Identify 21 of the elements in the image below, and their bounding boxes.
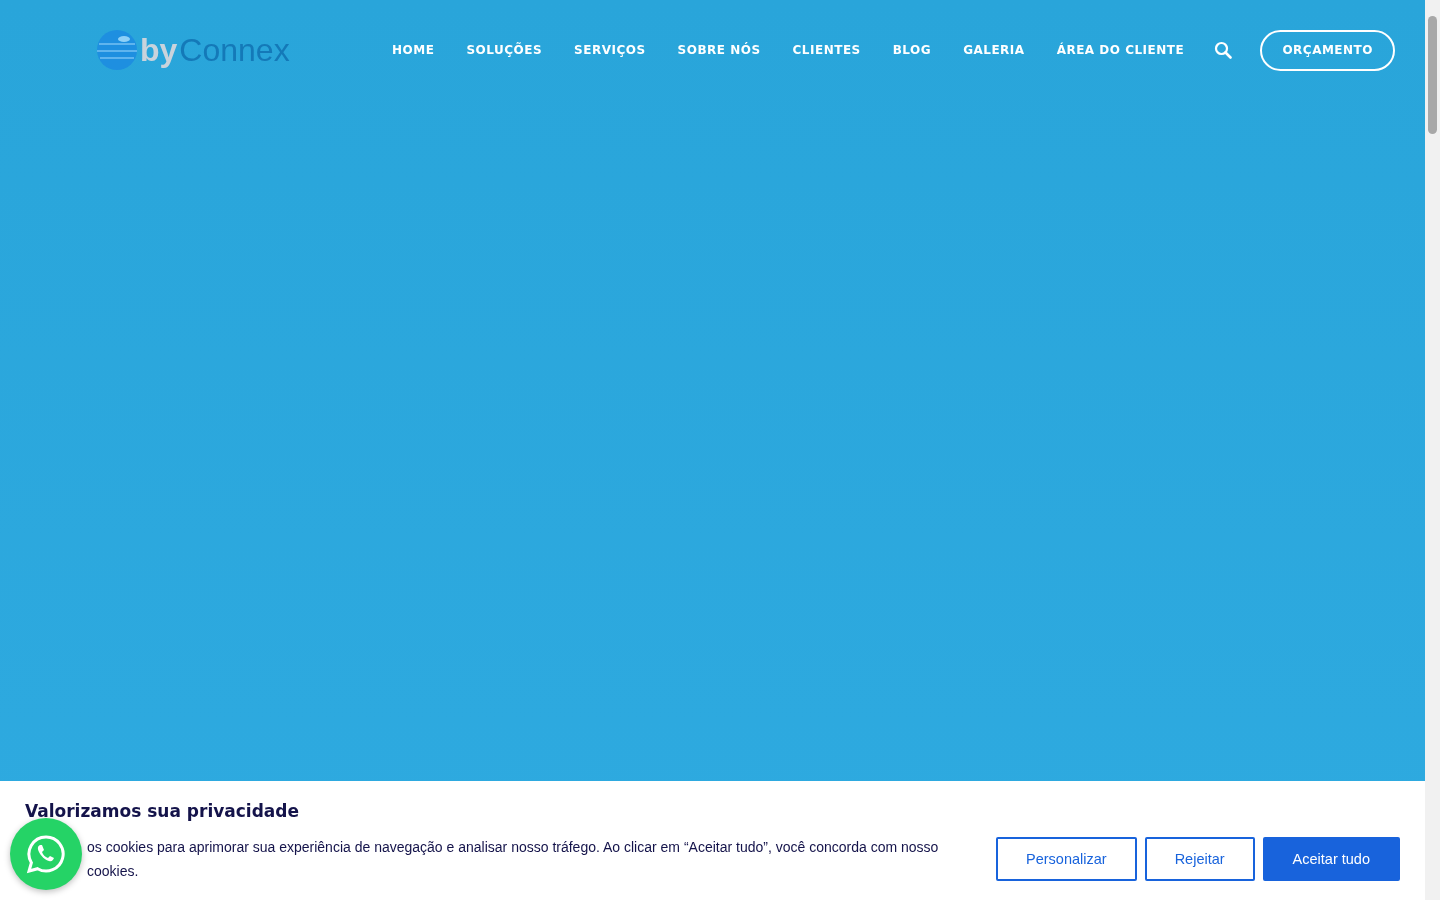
nav-link[interactable]: GALERIA bbox=[947, 43, 1041, 57]
scrollbar[interactable] bbox=[1425, 0, 1440, 900]
banner-text: os cookies para aprimorar sua experiência de navegação e analisar nosso tráfego. Ao clicar em “Aceitar tudo”, você concorda com nosso bbox=[87, 838, 939, 857]
nav-link[interactable]: HOME bbox=[376, 43, 451, 57]
search-icon[interactable] bbox=[1214, 41, 1233, 59]
cookie-button[interactable]: Personalizar bbox=[996, 837, 1137, 881]
cookie-button[interactable]: Aceitar tudo bbox=[1262, 837, 1400, 881]
nav-link[interactable]: SERVIÇOS bbox=[558, 43, 662, 57]
logo-text: by bbox=[140, 31, 178, 69]
banner-text: cookies. bbox=[87, 862, 139, 881]
banner-title: Valorizamos sua privacidade bbox=[25, 801, 300, 821]
nav-link[interactable]: SOBRE NÓS bbox=[661, 43, 777, 57]
chat-bubble-icon bbox=[25, 833, 67, 875]
globe-icon bbox=[96, 29, 138, 71]
scrollbar-thumb[interactable] bbox=[1428, 16, 1437, 134]
nav-link[interactable]: ÁREA DO CLIENTE bbox=[1040, 43, 1201, 57]
nav-link[interactable]: CLIENTES bbox=[776, 43, 877, 57]
nav-link[interactable]: BLOG bbox=[876, 43, 948, 57]
cookie-button[interactable]: Rejeitar bbox=[1144, 837, 1255, 881]
quote-button[interactable]: ORÇAMENTO bbox=[1260, 29, 1396, 71]
nav-link[interactable]: SOLUÇÕES bbox=[450, 43, 559, 57]
